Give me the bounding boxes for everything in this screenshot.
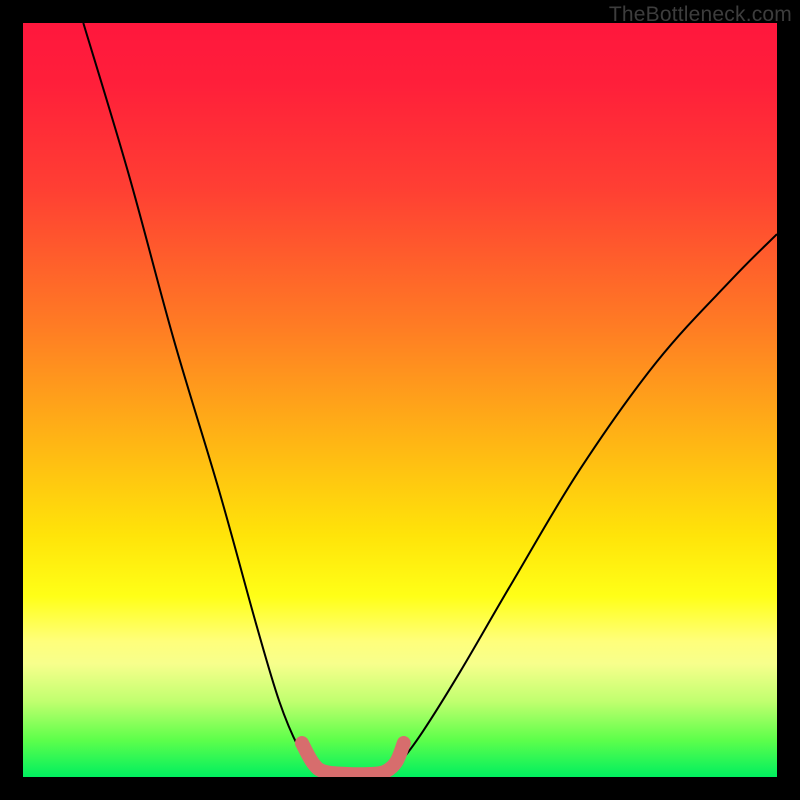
chart-svg [23,23,777,777]
left-curve [83,23,324,773]
valley-highlight [302,743,404,774]
chart-frame: TheBottleneck.com [0,0,800,800]
watermark-text: TheBottleneck.com [609,3,792,27]
chart-plot-area [23,23,777,777]
right-curve [385,234,777,773]
